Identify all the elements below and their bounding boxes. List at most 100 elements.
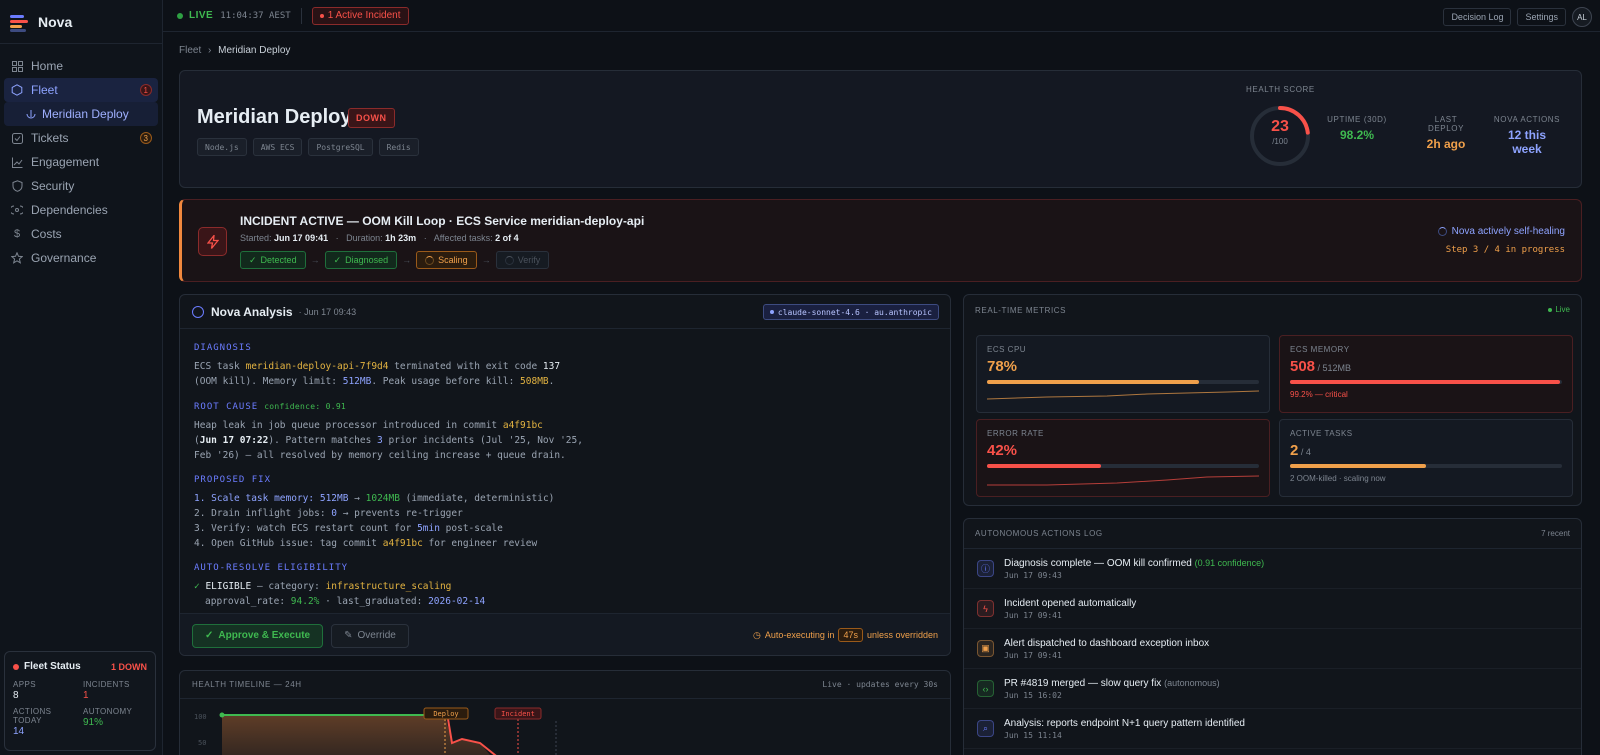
sidebar-item-tickets[interactable]: Tickets 3 — [4, 126, 158, 150]
metric-value: 78% — [987, 358, 1259, 375]
metric-bar — [987, 380, 1259, 384]
autonomy-value: 91% — [83, 717, 104, 728]
list-item[interactable]: ⌕ Analysis: reports endpoint N+1 query p… — [964, 709, 1581, 749]
metric-label: ECS CPU — [987, 345, 1027, 354]
check-icon: ✓ — [205, 630, 214, 641]
live-label: Live — [1555, 305, 1570, 314]
search-icon: ⌕ — [977, 720, 994, 737]
text: prior incidents (Jul '25, Nov '25, — [382, 435, 583, 446]
step-detected[interactable]: ✓ Detected — [240, 251, 306, 269]
metric-sparkline — [986, 390, 1260, 400]
metric-bar-fill — [987, 380, 1200, 384]
approve-execute-button[interactable]: ✓ Approve & Execute — [192, 623, 324, 648]
sidebar-item-dependencies[interactable]: Dependencies — [4, 198, 158, 222]
kpi-nova-actions: NOVA ACTIONS 12 this week — [1492, 115, 1562, 156]
duration-label: Duration: — [346, 233, 383, 243]
metric-value: 2 / 4 — [1290, 442, 1562, 459]
step-scaling[interactable]: Scaling — [416, 251, 477, 269]
list-item[interactable]: ▣ Alert dispatched to dashboard exceptio… — [964, 629, 1581, 669]
root-cause-line-1: Heap leak in job queue processor introdu… — [194, 418, 936, 433]
diagnosis-heading: DIAGNOSIS — [194, 343, 252, 353]
brand[interactable]: Nova — [0, 0, 162, 44]
sidebar-item-costs[interactable]: $ Costs — [4, 222, 158, 246]
metric-sparkline — [987, 475, 1260, 486]
incident-marker-label: Incident — [501, 710, 535, 718]
list-item[interactable]: ⓘ Diagnosis complete — OOM kill confirme… — [964, 549, 1581, 589]
step-label: Diagnosed — [345, 255, 389, 265]
check-icon: ✓ — [333, 254, 342, 265]
check: ✓ — [194, 581, 206, 592]
value-sub: / 512MB — [1315, 363, 1352, 373]
sidebar-item-security[interactable]: Security — [4, 174, 158, 198]
shield-icon — [10, 179, 24, 193]
spinner-icon — [1437, 227, 1447, 236]
fleet-status-card[interactable]: Fleet Status 1 DOWN APPS 8 INCIDENTS 1 ACT… — [4, 651, 156, 751]
sidebar-item-home[interactable]: Home — [4, 54, 158, 78]
root-cause-heading: ROOT CAUSE confidence: 0.91 — [194, 399, 936, 415]
value: 512MB — [319, 493, 349, 504]
decision-log-button[interactable]: Decision Log — [1443, 8, 1512, 26]
metric-error-rate[interactable]: ERROR RATE 42% — [976, 419, 1270, 497]
autonomous-actions-log: AUTONOMOUS ACTIONS LOG 7 recent ⓘ Diagno… — [963, 518, 1582, 755]
task-id: meridian-deploy-api-7f9d4 — [245, 361, 389, 372]
root-cause-line-3: Feb '26) — all resolved by memory ceilin… — [194, 450, 566, 461]
text: 3. Verify: watch ECS restart count for — [194, 523, 418, 534]
list-item[interactable]: ‹› PR #4819 merged — slow query fix (aut… — [964, 669, 1581, 709]
realtime-metrics-panel: REAL-TIME METRICS Live ECS CPU 78% ECS M… — [963, 294, 1582, 506]
eligibility-heading: AUTO-RESOLVE ELIGIBILITY — [194, 563, 349, 573]
metric-ecs-memory[interactable]: ECS MEMORY 508 / 512MB 99.2% — critical — [1279, 335, 1573, 413]
list-item[interactable]: ϟ Incident opened automatically Jun 17 09… — [964, 589, 1581, 629]
checkbox-icon — [10, 131, 24, 145]
topbar: LIVE 11:04:37 AEST 1 Active Incident Dec… — [163, 0, 1600, 32]
sidebar-item-meridian-deploy[interactable]: Meridian Deploy — [4, 102, 158, 126]
health-timeline-chart: 100 50 Deploy Incident — [194, 707, 557, 755]
analysis-actions: ✓ Approve & Execute ✎ Override ◷ Auto-exec… — [180, 613, 950, 655]
star-icon — [10, 251, 24, 265]
page-title: Meridian Deploy — [197, 106, 352, 128]
active-incident-pill[interactable]: 1 Active Incident — [311, 6, 409, 25]
auto-execute-notice: ◷ Auto-executing in 47s unless overridde… — [753, 628, 938, 642]
metric-active-tasks[interactable]: ACTIVE TASKS 2 / 4 2 OOM-killed · scalin… — [1279, 419, 1573, 497]
live-dot — [177, 12, 183, 19]
tag: Node.js — [197, 138, 247, 156]
action-text: Alert dispatched to dashboard exception … — [1004, 637, 1210, 649]
uptime-label: UPTIME (30D) — [1327, 115, 1387, 124]
metric-ecs-cpu[interactable]: ECS CPU 78% — [976, 335, 1270, 413]
bell-icon: ▣ — [977, 640, 994, 657]
metric-value: 42% — [987, 442, 1259, 459]
breadcrumb-fleet[interactable]: Fleet — [179, 45, 201, 56]
actions-log-count: 7 recent — [1541, 529, 1570, 538]
spinner-icon — [425, 255, 435, 265]
edit-icon: ✎ — [344, 630, 353, 641]
sidebar-item-fleet[interactable]: Fleet 1 — [4, 78, 158, 102]
action-extra: (autonomous) — [1164, 677, 1220, 688]
override-button[interactable]: ✎ Override — [331, 623, 409, 648]
active-incident-label: 1 Active Incident — [327, 10, 401, 21]
sidebar-item-governance[interactable]: Governance — [4, 246, 158, 270]
service-header-card: Meridian Deploy DOWN Node.js AWS ECS Pos… — [179, 70, 1582, 188]
commit-hash: a4f91bc — [502, 420, 543, 431]
step-verify[interactable]: Verify — [495, 251, 550, 269]
metric-label: ACTIVE TASKS — [1290, 429, 1353, 438]
incident-dot — [319, 13, 324, 18]
metric-bar-fill — [1290, 464, 1426, 468]
settings-button[interactable]: Settings — [1517, 8, 1566, 26]
check-icon: ✓ — [249, 254, 257, 265]
metric-value: 508 / 512MB — [1290, 358, 1562, 375]
hexagon-icon — [10, 83, 24, 97]
fix-step-2: 2. Drain inflight jobs: 0 → prevents re-… — [194, 506, 936, 521]
sidebar-item-engagement[interactable]: Engagement — [4, 150, 158, 174]
arrow-icon: → — [481, 255, 491, 265]
root-cause-line-2: (Jun 17 07:22). Pattern matches 3 prior … — [194, 433, 936, 448]
step-diagnosed[interactable]: ✓ Diagnosed — [324, 251, 398, 269]
sidebar-item-label: Security — [31, 179, 75, 193]
action-extra: (0.91 confidence) — [1194, 557, 1265, 568]
metric-bar — [987, 464, 1259, 468]
duration-value: 1h 23m — [385, 233, 417, 243]
sidebar-nav: Home Fleet 1 Meridian Deploy Tickets 3 E… — [0, 44, 162, 270]
chart-line-icon — [10, 155, 24, 169]
step-label: Verify — [517, 255, 541, 265]
action-time: Jun 17 09:41 — [1004, 650, 1062, 660]
avatar[interactable]: AL — [1572, 7, 1592, 27]
last-deploy-value: 2h ago — [1426, 137, 1466, 151]
